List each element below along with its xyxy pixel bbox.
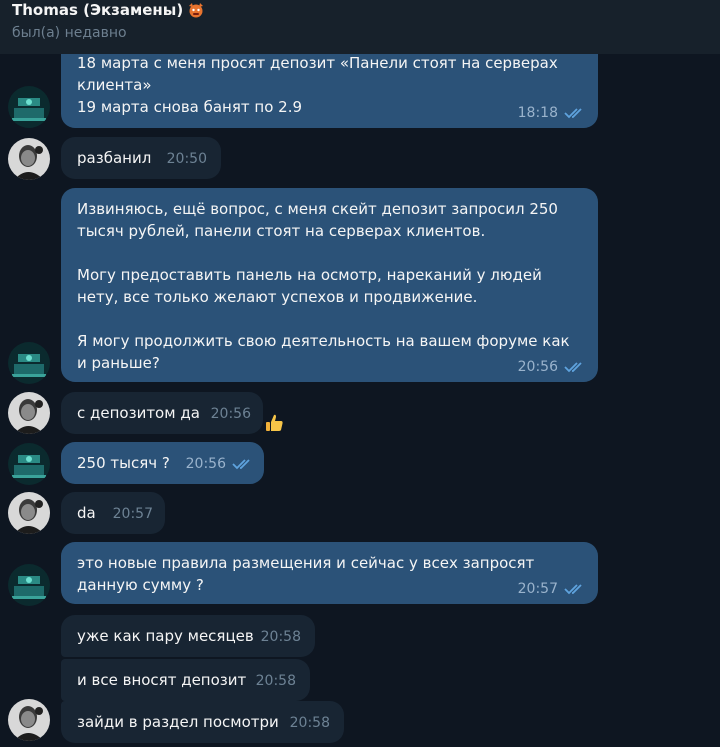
message-bubble[interactable]: зайди в раздел посмотри 20:58 [61,701,344,743]
avatar[interactable] [8,492,50,534]
message-bubble[interactable]: и все вносят депозит 20:58 [61,659,310,701]
message-time: 20:57 [112,506,153,522]
message-list[interactable]: 18 марта с меня просят депозит «Панели с… [0,54,720,747]
message-text: с депозитом да [77,404,200,422]
double-check-icon [564,362,582,373]
message-time: 20:56 [517,359,558,375]
chat-title[interactable]: Thomas (Экзамены) [12,1,205,19]
message-text: и все вносят депозит [77,671,247,689]
message-text: разбанил [77,149,152,167]
avatar[interactable] [8,392,50,434]
chat-status: был(а) недавно [12,25,127,41]
message-time: 20:57 [517,581,558,597]
message-bubble[interactable]: разбанил 20:50 [61,137,221,179]
message-bubble[interactable]: 250 тысяч ? 20:56 [61,442,264,484]
message-text: da [77,504,96,522]
message-bubble[interactable]: 18 марта с меня просят депозит «Панели с… [61,54,598,128]
message-time: 20:56 [210,406,251,422]
message-time: 20:50 [166,151,207,167]
chat-title-text: Thomas (Экзамены) [12,1,184,19]
double-check-icon [232,459,250,470]
message-text: 18 марта с меня просят депозит «Панели с… [77,54,558,116]
message-time: 20:58 [289,715,330,731]
thumbs-up-reaction-icon[interactable] [262,411,286,435]
message-time: 20:58 [255,673,296,689]
avatar[interactable] [8,342,50,384]
message-text: зайди в раздел посмотри [77,713,279,731]
chat-header[interactable]: Thomas (Экзамены) был(а) недавно [0,0,720,54]
avatar[interactable] [8,443,50,485]
avatar[interactable] [8,86,50,128]
double-check-icon [564,584,582,595]
message-text: это новые правила размещения и сейчас у … [77,554,535,594]
double-check-icon [564,108,582,119]
avatar[interactable] [8,699,50,741]
emoji-icon [187,2,205,18]
message-text: Извиняюсь, ещё вопрос, с меня скейт депо… [77,200,570,372]
message-time: 20:56 [185,456,226,472]
message-bubble[interactable]: уже как пару месяцев 20:58 [61,615,315,657]
message-bubble[interactable]: это новые правила размещения и сейчас у … [61,542,598,604]
message-text: 250 тысяч ? [77,454,170,472]
avatar[interactable] [8,564,50,606]
message-time: 20:58 [260,629,301,645]
message-time: 18:18 [517,105,558,121]
avatar[interactable] [8,138,50,180]
message-bubble[interactable]: da 20:57 [61,492,165,534]
message-text: уже как пару месяцев [77,627,254,645]
message-bubble[interactable]: Извиняюсь, ещё вопрос, с меня скейт депо… [61,188,598,382]
message-bubble[interactable]: с депозитом да 20:56 [61,392,263,434]
